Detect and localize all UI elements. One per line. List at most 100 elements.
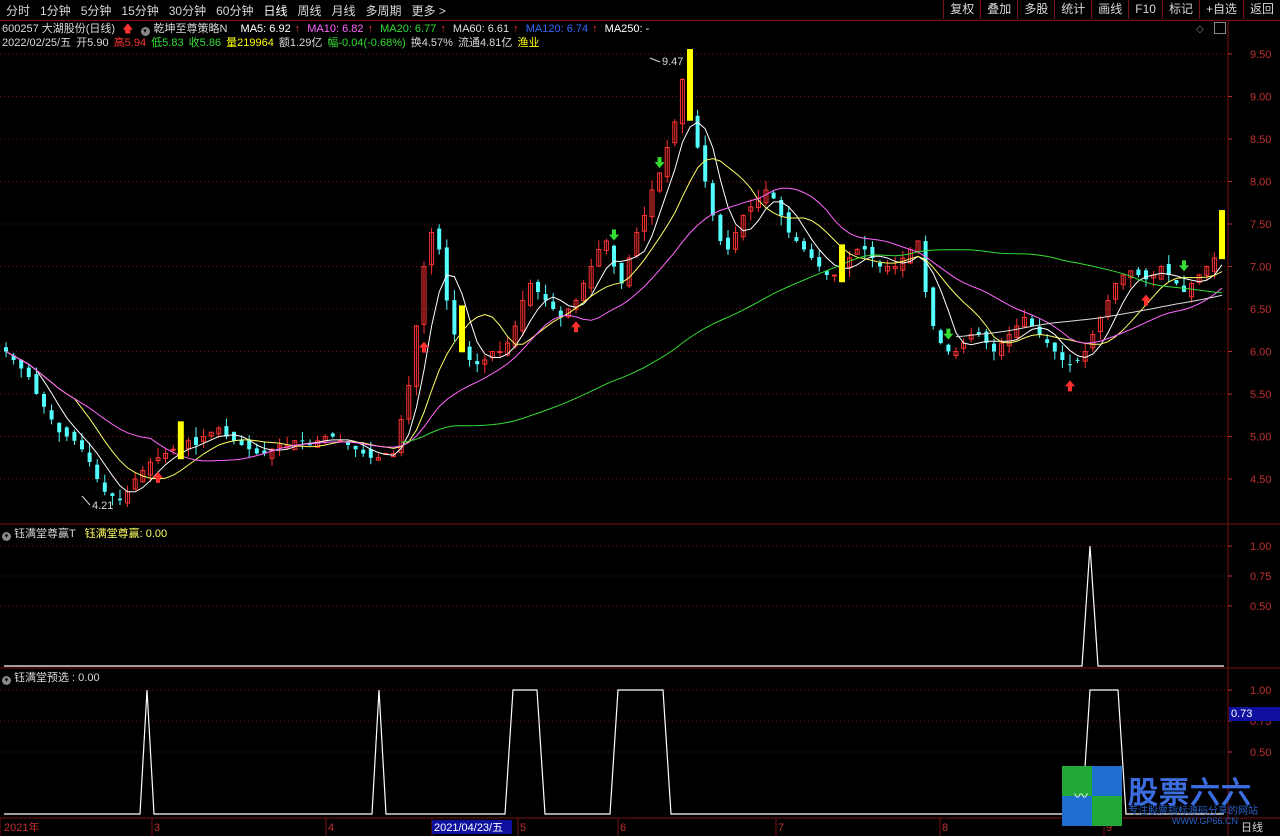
candle-body xyxy=(49,410,54,420)
high-price-label: 9.47 xyxy=(662,56,683,68)
candle-body xyxy=(232,431,236,441)
time-axis-label: 7 xyxy=(778,822,784,834)
candle-body xyxy=(444,247,449,301)
watermark-logo: 〰 xyxy=(1062,766,1122,826)
signal-bar xyxy=(687,48,693,121)
candle-body xyxy=(57,422,62,433)
candle-body xyxy=(1052,342,1057,352)
candle-body xyxy=(475,361,480,365)
ind2-tick-label: 1.00 xyxy=(1250,685,1271,697)
candle-body xyxy=(1060,352,1065,360)
candle-body xyxy=(612,245,616,267)
candle-body xyxy=(239,439,244,445)
time-axis-label: 2021年 xyxy=(4,820,39,834)
time-cursor-label: 2021/04/23/五 xyxy=(434,822,503,834)
candle-body xyxy=(64,427,69,437)
buy-arrow-icon xyxy=(153,471,163,483)
sell-arrow-icon xyxy=(654,157,665,169)
candle-body xyxy=(619,262,624,284)
candle-body xyxy=(194,437,198,445)
candle-body xyxy=(551,301,556,309)
time-axis-label: 4 xyxy=(328,822,334,834)
candle-body xyxy=(992,343,996,352)
price-tick-label: 9.00 xyxy=(1250,92,1271,104)
candle-body xyxy=(102,482,107,492)
price-tick-label: 7.00 xyxy=(1250,262,1271,274)
candle-body xyxy=(118,498,122,501)
candle-body xyxy=(1075,359,1080,361)
candle-body xyxy=(110,493,115,496)
candle-body xyxy=(923,241,928,292)
candle-body xyxy=(931,287,936,326)
candle-body xyxy=(330,433,335,437)
candle-body xyxy=(80,440,84,450)
candle-body xyxy=(771,192,776,199)
high-price-pointer xyxy=(649,57,661,63)
candle-body xyxy=(536,281,540,292)
indicator1-line xyxy=(4,545,1224,667)
time-axis-label: 5 xyxy=(520,822,526,834)
candle-body xyxy=(1045,339,1050,343)
signal-bar xyxy=(1219,210,1225,260)
candle-body xyxy=(95,464,100,479)
candle-body xyxy=(1068,364,1072,366)
sell-arrow-icon xyxy=(609,229,619,241)
candle-body xyxy=(794,237,799,241)
price-tick-label: 8.50 xyxy=(1250,134,1271,146)
low-price-label: 4.21 xyxy=(92,500,113,512)
candle-body xyxy=(862,246,867,250)
candle-body xyxy=(817,257,822,267)
price-tick-label: 8.00 xyxy=(1250,177,1271,189)
price-tick-label: 7.50 xyxy=(1250,219,1271,231)
buy-arrow-icon xyxy=(1141,294,1151,306)
price-tick-label: 5.00 xyxy=(1250,432,1271,444)
sell-arrow-icon xyxy=(943,328,954,340)
candle-body xyxy=(946,344,951,352)
candle-body xyxy=(710,183,715,216)
candle-body xyxy=(786,212,791,233)
ind1-tick-label: 0.75 xyxy=(1250,571,1271,583)
candle-body xyxy=(938,330,943,343)
candle-body xyxy=(4,347,8,352)
cursor-value-box: 0.73 xyxy=(1229,707,1280,721)
price-tick-label: 6.00 xyxy=(1250,347,1271,359)
candle-body xyxy=(42,394,46,407)
candle-body xyxy=(1136,269,1141,275)
price-tick-label: 4.50 xyxy=(1250,474,1271,486)
ma60-line xyxy=(401,249,1223,443)
watermark-slogan: 专注股票指标源码分享的网站 xyxy=(1128,806,1258,817)
candle-body xyxy=(497,351,503,353)
ma120-line xyxy=(955,294,1223,338)
ind1-tick-label: 1.00 xyxy=(1250,541,1271,553)
candle-body xyxy=(254,448,259,454)
indicator2-line xyxy=(4,689,1224,815)
signal-bar xyxy=(839,244,845,283)
candle-body xyxy=(802,241,806,250)
kline-chart[interactable]: 9.50 9.00 8.50 8.00 7.50 7.00 6.50 6.00 5.50 5.00… xyxy=(0,0,1280,836)
candle-body xyxy=(224,426,229,437)
candle-body xyxy=(1174,280,1179,284)
watermark-url: WWW.GP66.CN xyxy=(1172,816,1239,826)
signal-bar xyxy=(459,305,465,353)
candle-body xyxy=(1030,318,1034,326)
signal-bar xyxy=(177,421,184,460)
candle-body xyxy=(809,249,814,258)
candle-body xyxy=(72,431,77,441)
candle-body xyxy=(1166,263,1171,275)
candle-body xyxy=(361,449,366,454)
ind2-tick-label: 0.50 xyxy=(1250,747,1271,759)
time-axis-label: 3 xyxy=(154,822,160,834)
candle-body xyxy=(695,115,700,148)
candle-body xyxy=(878,262,882,267)
price-tick-label: 6.50 xyxy=(1250,304,1271,316)
watermark: 〰 股票六六 专注股票指标源码分享的网站 WWW.GP66.CN xyxy=(1062,766,1277,828)
candle-body xyxy=(26,367,31,377)
price-tick-label: 9.50 xyxy=(1250,49,1271,61)
candle-body xyxy=(831,274,837,277)
time-axis-label: 8 xyxy=(942,822,948,834)
candle-body xyxy=(437,228,442,250)
candle-body xyxy=(87,452,92,462)
low-price-pointer xyxy=(81,495,91,506)
candle-body xyxy=(452,300,457,335)
candle-body xyxy=(703,145,708,182)
